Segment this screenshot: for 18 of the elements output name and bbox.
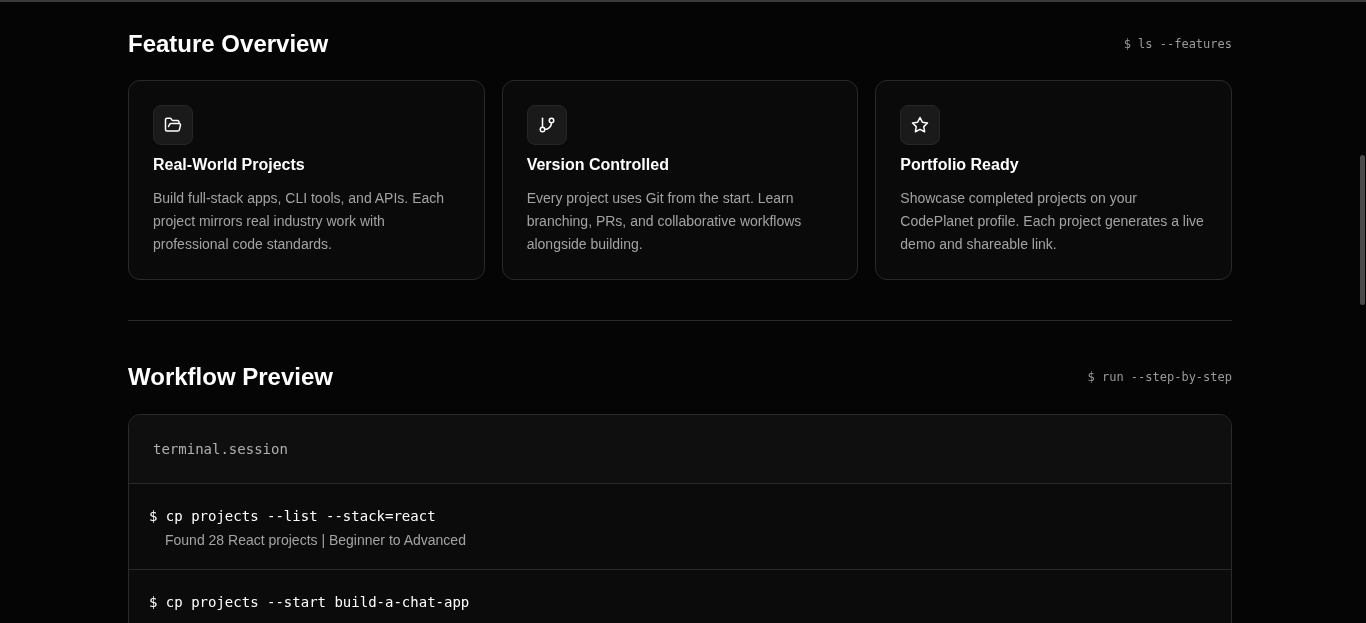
command-line: $ cp projects --start build-a-chat-app — [149, 593, 471, 612]
section-title: Workflow Preview — [128, 362, 333, 392]
command-label: $ ls --features — [1123, 36, 1232, 53]
card-description: Every project uses Git from the start. Learn branching, PRs, and collaborative workflows alongside building. — [526, 189, 803, 254]
card-title: Version Controlled — [526, 155, 670, 175]
command-line: $ cp projects --list --stack=react — [149, 507, 437, 526]
card-title: Real-World Projects — [153, 155, 306, 175]
branch-icon — [537, 116, 556, 134]
card-description: Showcase completed projects on your CodePlanet profile. Each project generates a live demo and shareable link. — [900, 189, 1205, 254]
scrollbar-thumb[interactable] — [1360, 155, 1365, 305]
section-title: Feature Overview — [128, 29, 329, 59]
star-icon — [911, 116, 930, 134]
card-description: Build full-stack apps, CLI tools, and APIs. Each project mirrors real industry work with professional code standards. — [153, 189, 446, 254]
card-title: Portfolio Ready — [900, 155, 1020, 175]
folder-icon — [164, 116, 182, 134]
command-label: $ run --step-by-step — [1087, 369, 1232, 386]
terminal-title: terminal.session — [153, 439, 288, 459]
command-output: Found 28 React projects | Beginner to Advanced — [164, 531, 467, 550]
